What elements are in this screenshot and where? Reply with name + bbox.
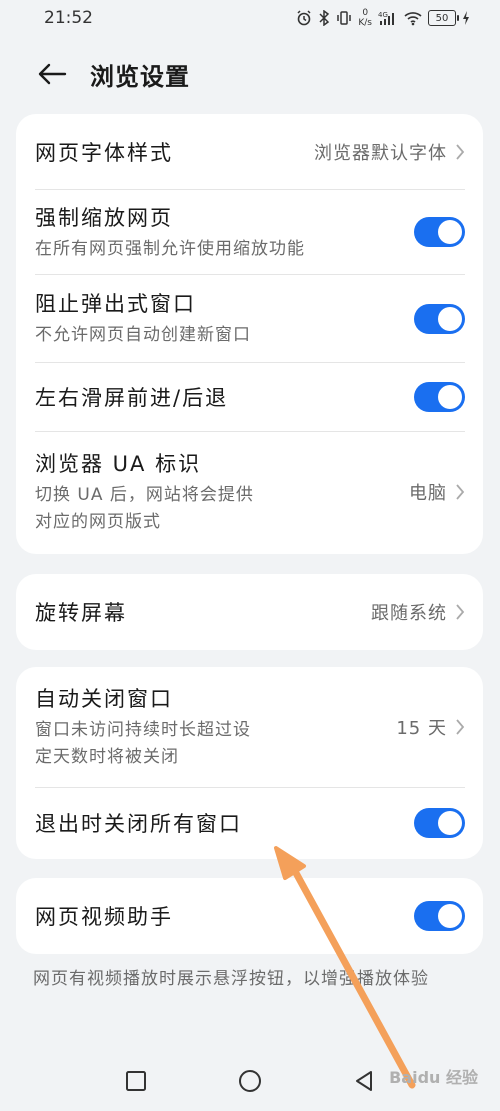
alarm-icon — [296, 10, 312, 26]
chevron-right-icon — [455, 718, 465, 736]
header: 浏览设置 — [0, 46, 500, 102]
row-close-all-on-exit[interactable]: 退出时关闭所有窗口 — [16, 788, 483, 858]
vibrate-icon — [336, 10, 352, 26]
row-video-assistant[interactable]: 网页视频助手 — [16, 878, 483, 954]
row-block-popups-text: 阻止弹出式窗口 不允许网页自动创建新窗口 — [35, 288, 251, 349]
home-button[interactable] — [235, 1066, 265, 1096]
row-swipe-navigation-title: 左右滑屏前进/后退 — [35, 386, 229, 410]
row-auto-close-text: 自动关闭窗口 窗口未访问持续时长超过设 定天数时将被关闭 — [35, 683, 251, 771]
row-rotate-screen-value: 跟随系统 — [371, 603, 447, 624]
row-browser-ua[interactable]: 浏览器 UA 标识 切换 UA 后，网站将会提供 对应的网页版式 电脑 — [16, 432, 483, 552]
video-assistant-toggle[interactable] — [414, 901, 465, 931]
row-browser-ua-text: 浏览器 UA 标识 切换 UA 后，网站将会提供 对应的网页版式 — [35, 448, 254, 536]
row-browser-ua-value: 电脑 — [409, 483, 447, 504]
swipe-navigation-toggle[interactable] — [414, 382, 465, 412]
row-font-style[interactable]: 网页字体样式 浏览器默认字体 — [16, 114, 483, 189]
block-popups-toggle[interactable] — [414, 303, 465, 334]
row-browser-ua-subtitle-2: 对应的网页版式 — [35, 512, 161, 532]
watermark: Baidu 经验 — [389, 1068, 478, 1087]
toggle-knob — [438, 811, 462, 835]
row-auto-close-subtitle-1: 窗口未访问持续时长超过设 — [35, 720, 251, 740]
row-auto-close-title: 自动关闭窗口 — [35, 687, 173, 711]
circle-icon[interactable] — [237, 1068, 263, 1094]
toggle-knob — [438, 220, 462, 244]
row-font-style-value-wrap: 浏览器默认字体 — [314, 139, 465, 165]
row-rotate-screen[interactable]: 旋转屏幕 跟随系统 — [16, 574, 483, 650]
row-force-zoom[interactable]: 强制缩放网页 在所有网页强制允许使用缩放功能 — [16, 190, 483, 274]
settings-card-video: 网页视频助手 — [16, 878, 483, 954]
row-browser-ua-title: 浏览器 UA 标识 — [35, 452, 202, 476]
recents-button[interactable] — [121, 1066, 151, 1096]
net-speed-value: 0 — [362, 8, 369, 18]
triangle-back-icon[interactable] — [353, 1069, 375, 1093]
charging-icon — [462, 10, 470, 26]
row-auto-close[interactable]: 自动关闭窗口 窗口未访问持续时长超过设 定天数时将被关闭 15 天 — [16, 667, 483, 787]
video-assistant-description: 网页有视频播放时展示悬浮按钮，以增强播放体验 — [33, 969, 429, 989]
status-icons: 0 K/s 4G 50 — [296, 8, 470, 28]
back-nav-button[interactable] — [349, 1066, 379, 1096]
battery-level: 50 — [435, 12, 449, 24]
battery-icon: 50 — [428, 10, 459, 26]
row-font-style-title: 网页字体样式 — [35, 140, 173, 165]
settings-card-rotation: 旋转屏幕 跟随系统 — [16, 574, 483, 650]
row-rotate-screen-value-wrap: 跟随系统 — [371, 599, 465, 625]
page-title: 浏览设置 — [90, 62, 190, 91]
back-arrow-icon[interactable] — [36, 62, 68, 86]
row-video-assistant-title: 网页视频助手 — [35, 905, 173, 929]
row-auto-close-value: 15 天 — [396, 718, 447, 739]
toggle-knob — [438, 904, 462, 928]
row-browser-ua-value-wrap: 电脑 — [409, 479, 465, 505]
row-rotate-screen-title: 旋转屏幕 — [35, 601, 127, 625]
settings-card-general: 网页字体样式 浏览器默认字体 强制缩放网页 在所有网页强制允许使用缩放功能 阻止… — [16, 114, 483, 554]
chevron-right-icon — [455, 483, 465, 501]
wifi-icon — [404, 10, 422, 26]
toggle-knob — [438, 385, 462, 409]
close-all-on-exit-toggle[interactable] — [414, 808, 465, 838]
force-zoom-toggle[interactable] — [414, 217, 465, 247]
row-force-zoom-text: 强制缩放网页 在所有网页强制允许使用缩放功能 — [35, 202, 305, 263]
row-swipe-navigation[interactable]: 左右滑屏前进/后退 — [16, 363, 483, 431]
row-force-zoom-title: 强制缩放网页 — [35, 205, 173, 230]
settings-card-windows: 自动关闭窗口 窗口未访问持续时长超过设 定天数时将被关闭 15 天 退出时关闭所… — [16, 667, 483, 859]
chevron-right-icon — [455, 603, 465, 621]
row-auto-close-value-wrap: 15 天 — [396, 714, 465, 740]
row-close-all-on-exit-title: 退出时关闭所有窗口 — [35, 812, 242, 836]
chevron-right-icon — [455, 143, 465, 161]
row-browser-ua-subtitle-1: 切换 UA 后，网站将会提供 — [35, 485, 254, 505]
status-time: 21:52 — [44, 8, 93, 28]
net-speed: 0 K/s — [358, 8, 372, 28]
row-block-popups-title: 阻止弹出式窗口 — [35, 292, 196, 316]
row-auto-close-subtitle-2: 定天数时将被关闭 — [35, 747, 179, 767]
net-speed-unit: K/s — [358, 18, 372, 28]
row-block-popups-subtitle: 不允许网页自动创建新窗口 — [35, 325, 251, 345]
back-button[interactable] — [22, 46, 82, 102]
row-force-zoom-subtitle: 在所有网页强制允许使用缩放功能 — [35, 238, 305, 259]
svg-text:4G: 4G — [378, 11, 388, 19]
status-bar: 21:52 0 K/s 4G 50 — [0, 0, 500, 36]
signal-icon: 4G — [378, 10, 398, 26]
bluetooth-icon — [318, 10, 330, 26]
row-block-popups[interactable]: 阻止弹出式窗口 不允许网页自动创建新窗口 — [16, 275, 483, 362]
toggle-knob — [438, 306, 462, 331]
row-font-style-value: 浏览器默认字体 — [314, 142, 447, 164]
square-icon[interactable] — [125, 1070, 147, 1092]
